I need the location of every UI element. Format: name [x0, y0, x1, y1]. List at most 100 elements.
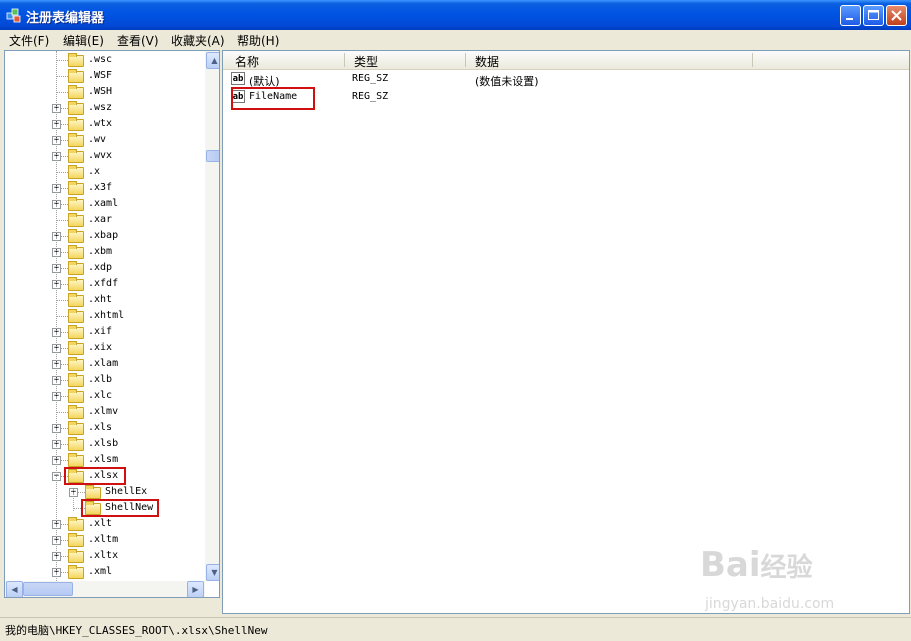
folder-icon: [68, 549, 84, 563]
tree-item[interactable]: .WSF: [5, 68, 203, 84]
folder-icon: [68, 261, 84, 275]
tree-item[interactable]: .xhtml: [5, 308, 203, 324]
tree-item[interactable]: + .xlc: [5, 388, 203, 404]
tree-item-label: .xbm: [88, 246, 113, 257]
tree-item[interactable]: + .xix: [5, 340, 203, 356]
folder-icon: [68, 165, 84, 179]
tree-item[interactable]: + .xbap: [5, 228, 203, 244]
folder-icon: [68, 389, 84, 403]
status-bar: 我的电脑\HKEY_CLASSES_ROOT\.xlsx\ShellNew: [0, 617, 911, 640]
tree-item[interactable]: .xht: [5, 292, 203, 308]
tree-item[interactable]: + .xltx: [5, 548, 203, 564]
tree-item-label: .xht: [88, 294, 113, 305]
tree-item-label: .xaml: [88, 198, 119, 209]
tree-item[interactable]: + .wvx: [5, 148, 203, 164]
minimize-button[interactable]: [840, 5, 861, 26]
close-button[interactable]: [886, 5, 907, 26]
filename-highlight-box: [231, 87, 315, 110]
folder-icon: [68, 341, 84, 355]
registry-editor-window: 注册表编辑器 文件(F) 编辑(E) 查看(V) 收藏夹(A) 帮助(H) .w…: [0, 0, 911, 641]
tree-item[interactable]: + .xlt: [5, 516, 203, 532]
tree-item-label: .xhtml: [88, 310, 125, 321]
baidu-watermark: Bai经验: [700, 545, 813, 585]
key-tree-pane[interactable]: .wsc .WSF .WSH + .wsz + .wtx + .wv + .wvx .x + .x3f +.…: [4, 50, 220, 598]
maximize-button[interactable]: [863, 5, 884, 26]
tree-item-label: .x: [88, 166, 101, 177]
folder-icon: [68, 53, 84, 67]
tree-item-label: .x3f: [88, 182, 113, 193]
tree-item[interactable]: + .xfdf: [5, 276, 203, 292]
title-bar[interactable]: 注册表编辑器: [0, 0, 911, 30]
tree-item[interactable]: .wsc: [5, 52, 203, 68]
value-row-default[interactable]: ab (默认) REG_SZ (数值未设置): [223, 70, 909, 88]
tree-item[interactable]: .x: [5, 164, 203, 180]
tree-item[interactable]: .xlmv: [5, 404, 203, 420]
tree-item[interactable]: + .xlb: [5, 372, 203, 388]
window-title: 注册表编辑器: [26, 11, 105, 26]
tree-item[interactable]: + .wv: [5, 132, 203, 148]
column-divider[interactable]: [465, 53, 466, 67]
string-value-icon: ab: [231, 72, 245, 85]
folder-icon: [68, 101, 84, 115]
folder-icon: [68, 517, 84, 531]
tree-item-label: .xlb: [88, 374, 113, 385]
tree-item-label: .xlam: [88, 358, 119, 369]
menu-file[interactable]: 文件(F): [9, 32, 49, 49]
values-header: 名称 类型 数据: [223, 51, 909, 70]
column-header-name[interactable]: 名称: [235, 53, 259, 70]
tree-connector: [56, 172, 68, 173]
scroll-up-button[interactable]: ▲: [206, 52, 219, 69]
tree-connector: [56, 60, 68, 61]
tree-item[interactable]: + .x3f: [5, 180, 203, 196]
tree-vertical-scrollbar[interactable]: ▲ ▼: [205, 51, 219, 581]
folder-icon: [68, 245, 84, 259]
values-pane[interactable]: 名称 类型 数据 ab (默认) REG_SZ (数值未设置) ab FileN…: [222, 50, 910, 614]
column-divider[interactable]: [344, 53, 345, 67]
tree-item[interactable]: .xar: [5, 212, 203, 228]
tree-connector: [56, 76, 68, 77]
tree-item[interactable]: + .xbm: [5, 244, 203, 260]
tree-item[interactable]: + .wtx: [5, 116, 203, 132]
menu-help[interactable]: 帮助(H): [237, 32, 279, 49]
scroll-left-button[interactable]: ◀: [6, 581, 23, 597]
tree-item[interactable]: + .xlsm: [5, 452, 203, 468]
tree-item[interactable]: + .xml: [5, 564, 203, 580]
menu-favorites[interactable]: 收藏夹(A): [171, 32, 225, 49]
scroll-thumb[interactable]: [206, 150, 219, 162]
tree-horizontal-scrollbar[interactable]: ◀ ▶: [5, 581, 205, 597]
column-header-data[interactable]: 数据: [475, 53, 499, 70]
menu-edit[interactable]: 编辑(E): [63, 32, 104, 49]
value-row-filename[interactable]: ab FileName REG_SZ: [223, 88, 909, 106]
tree-item[interactable]: + .xltm: [5, 532, 203, 548]
tree-item[interactable]: + .xls: [5, 420, 203, 436]
tree-item[interactable]: ShellNew: [5, 499, 203, 517]
folder-icon: [68, 405, 84, 419]
tree-item-label: .xfdf: [88, 278, 119, 289]
tree-item[interactable]: + .wsz: [5, 100, 203, 116]
folder-icon: [68, 181, 84, 195]
column-divider[interactable]: [752, 53, 753, 67]
tree-item[interactable]: + .xif: [5, 324, 203, 340]
menu-bar: 文件(F) 编辑(E) 查看(V) 收藏夹(A) 帮助(H): [0, 30, 911, 48]
tree-item[interactable]: + .xlam: [5, 356, 203, 372]
menu-view[interactable]: 查看(V): [117, 32, 159, 49]
tree-item-label: .xltx: [88, 550, 119, 561]
tree-item[interactable]: + .xlsb: [5, 436, 203, 452]
tree-item[interactable]: + ShellEx: [5, 484, 203, 500]
tree-item[interactable]: .WSH: [5, 84, 203, 100]
tree-item[interactable]: + .xaml: [5, 196, 203, 212]
tree-item[interactable]: − .xlsx: [5, 467, 203, 485]
watermark-url: jingyan.baidu.com: [705, 596, 835, 612]
hscroll-thumb[interactable]: [23, 582, 73, 596]
tree-item-label: .xml: [88, 566, 113, 577]
tree-item-label: .xlt: [88, 518, 113, 529]
tree-item[interactable]: + .xdp: [5, 260, 203, 276]
column-header-type[interactable]: 类型: [354, 53, 378, 70]
tree-connector: [56, 316, 68, 317]
tree-item-label: .wtx: [88, 118, 113, 129]
tree-guide-line: [73, 489, 74, 511]
scroll-down-button[interactable]: ▼: [206, 564, 219, 581]
scroll-right-button[interactable]: ▶: [187, 581, 204, 597]
tree-item-label: .xlsm: [88, 454, 119, 465]
value-data: (数值未设置): [475, 75, 539, 88]
